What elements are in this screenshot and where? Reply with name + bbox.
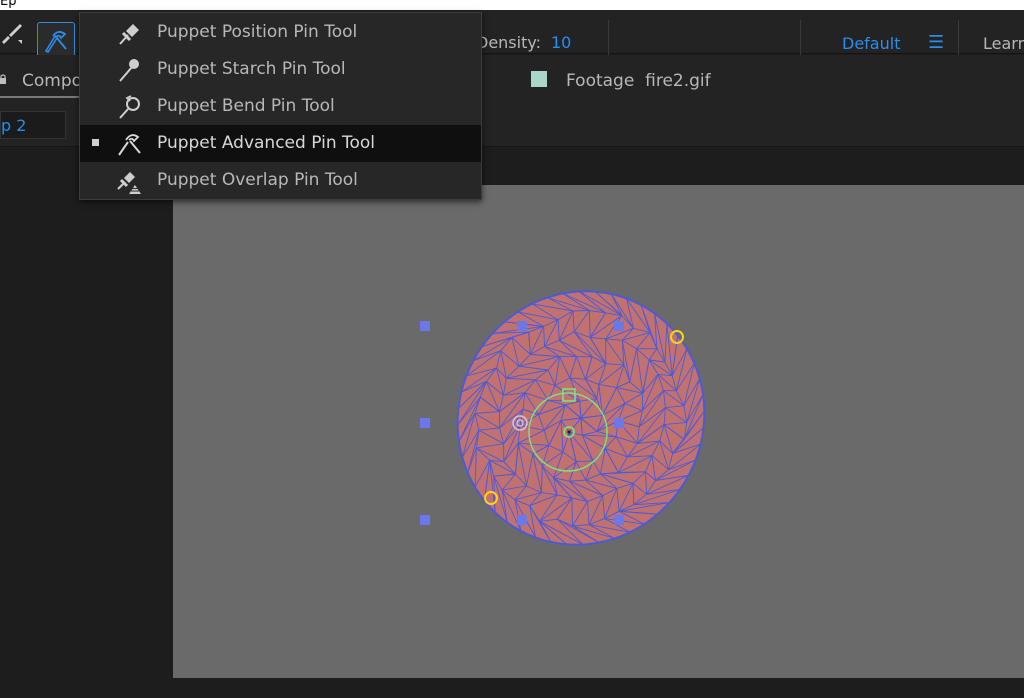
menu-item-label: Puppet Bend Pin Tool — [157, 96, 335, 116]
puppet-mesh[interactable] — [413, 248, 749, 589]
menu-item-puppet-overlap-pin[interactable]: Puppet Overlap Pin Tool — [80, 162, 481, 199]
menu-item-puppet-starch-pin[interactable]: Puppet Starch Pin Tool — [80, 51, 481, 88]
menu-item-label: Puppet Overlap Pin Tool — [157, 170, 358, 190]
starch-pin-icon — [119, 59, 139, 82]
transform-handle — [614, 515, 624, 525]
pin-icon — [119, 24, 139, 45]
mesh-edge — [572, 310, 590, 312]
menu-item-label: Puppet Position Pin Tool — [157, 22, 358, 42]
transform-handle — [614, 418, 624, 428]
transform-handle — [420, 418, 430, 428]
selected-indicator — [92, 139, 99, 146]
transform-handle — [420, 515, 430, 525]
menu-item-puppet-position-pin[interactable]: Puppet Position Pin Tool — [80, 14, 481, 51]
menu-item-puppet-advanced-pin[interactable]: Puppet Advanced Pin Tool — [80, 125, 481, 162]
mesh-edge — [571, 498, 573, 526]
transform-handle — [614, 321, 624, 331]
menu-item-puppet-bend-pin[interactable]: Puppet Bend Pin Tool — [80, 88, 481, 125]
advanced-pin-icon — [118, 134, 141, 156]
bend-pin-icon — [119, 95, 140, 119]
menu-item-label: Puppet Starch Pin Tool — [157, 59, 346, 79]
menu-item-label: Puppet Advanced Pin Tool — [157, 133, 376, 153]
transform-handle — [517, 321, 527, 331]
overlap-pin-icon — [117, 172, 141, 194]
mesh-edge — [641, 393, 644, 411]
puppet-tools-menu: Puppet Position Pin Tool Puppet Starch P… — [79, 12, 482, 200]
transform-handle — [517, 515, 527, 525]
transform-handle — [420, 321, 430, 331]
